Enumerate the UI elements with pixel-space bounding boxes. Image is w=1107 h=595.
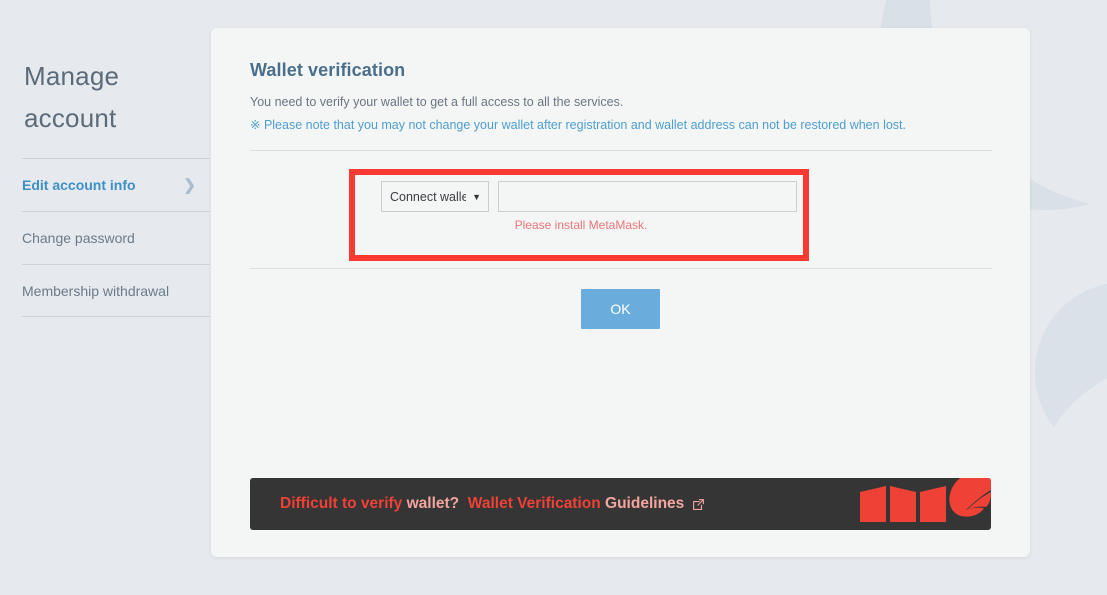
banner-text: Difficult to verify wallet? Wallet Verif… — [280, 478, 706, 530]
banner-text-part-2: wallet? — [406, 495, 460, 512]
sidebar-item-edit-account-info[interactable]: Edit account info ❯ — [22, 158, 210, 211]
page-title-line-1: Manage — [24, 61, 120, 91]
main-card: Wallet verification You need to verify y… — [211, 28, 1030, 557]
wallet-verification-guidelines-banner[interactable]: Difficult to verify wallet? Wallet Verif… — [250, 478, 991, 530]
divider-bottom — [250, 268, 992, 269]
sidebar-nav: Edit account info ❯ Change password Memb… — [22, 158, 210, 317]
metamask-error-message: Please install MetaMask. — [514, 218, 648, 232]
ok-button[interactable]: OK — [581, 289, 660, 329]
chevron-right-icon: ❯ — [183, 176, 196, 194]
sidebar-item-change-password[interactable]: Change password — [22, 211, 210, 264]
banner-text-part-4: Guidelines — [605, 495, 685, 512]
page-title: Manage account — [24, 55, 204, 139]
sidebar-item-membership-withdrawal[interactable]: Membership withdrawal — [22, 264, 210, 317]
sidebar-item-label: Edit account info — [22, 177, 136, 193]
wallet-address-input[interactable] — [498, 181, 797, 212]
connect-wallet-row: Connect wallet ▼ — [381, 181, 797, 212]
section-description: You need to verify your wallet to get a … — [250, 95, 624, 109]
section-title: Wallet verification — [250, 60, 406, 80]
wallet-select-wrapper: Connect wallet ▼ — [381, 181, 489, 212]
wallet-select[interactable]: Connect wallet — [381, 181, 489, 212]
sidebar-item-label: Change password — [22, 230, 135, 246]
external-link-icon — [691, 497, 706, 512]
page-title-line-2: account — [24, 103, 117, 133]
sidebar: Manage account Edit account info ❯ Chang… — [0, 0, 211, 595]
banner-text-part-3: Wallet Verification — [467, 495, 601, 512]
banner-text-part-1: Difficult to verify — [280, 495, 403, 512]
divider-top — [250, 150, 992, 151]
sidebar-item-label: Membership withdrawal — [22, 282, 170, 299]
brand-logo — [860, 478, 991, 522]
section-note: ※ Please note that you may not change yo… — [250, 118, 906, 132]
